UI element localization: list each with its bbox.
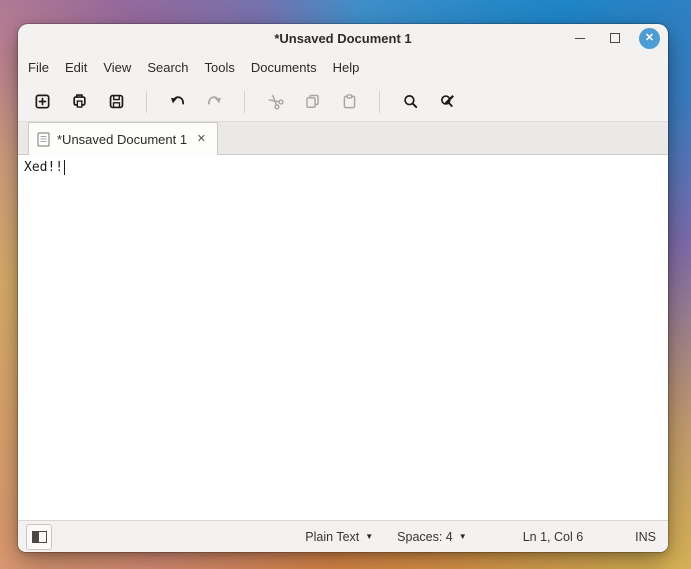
side-panel-icon bbox=[31, 530, 47, 543]
copy-icon bbox=[305, 94, 319, 108]
language-selector[interactable]: Plain Text ▼ bbox=[301, 528, 377, 546]
new-document-icon bbox=[34, 94, 50, 109]
toolbar bbox=[18, 82, 668, 121]
menu-edit[interactable]: Edit bbox=[57, 52, 95, 82]
new-document-button[interactable] bbox=[27, 87, 57, 117]
undo-icon bbox=[170, 96, 184, 105]
paste-icon bbox=[343, 94, 355, 109]
tab-width-selector-label: Spaces: 4 bbox=[397, 529, 453, 544]
minimize-icon bbox=[575, 37, 585, 39]
chevron-down-icon: ▼ bbox=[365, 532, 374, 541]
menubar: File Edit View Search Tools Documents He… bbox=[18, 52, 668, 82]
window-title: *Unsaved Document 1 bbox=[274, 30, 412, 46]
window-controls: ✕ bbox=[569, 24, 660, 52]
language-selector-label: Plain Text bbox=[305, 529, 360, 544]
tab-width-selector[interactable]: Spaces: 4 ▼ bbox=[393, 528, 471, 546]
cut-button[interactable] bbox=[260, 87, 290, 117]
save-button[interactable] bbox=[101, 87, 131, 117]
redo-icon bbox=[207, 96, 221, 105]
menu-view[interactable]: View bbox=[95, 52, 139, 82]
menu-tools[interactable]: Tools bbox=[197, 52, 243, 82]
tab-label: *Unsaved Document 1 bbox=[57, 131, 187, 147]
tab-unsaved-document-1[interactable]: *Unsaved Document 1 ✕ bbox=[28, 122, 218, 155]
side-panel-toggle-button[interactable] bbox=[26, 523, 52, 550]
chevron-down-icon: ▼ bbox=[458, 532, 467, 541]
menu-search[interactable]: Search bbox=[139, 52, 196, 82]
maximize-button[interactable] bbox=[604, 27, 626, 49]
find-icon bbox=[403, 95, 417, 108]
toolbar-separator bbox=[244, 90, 245, 113]
cursor-position-label: Ln 1, Col 6 bbox=[522, 529, 584, 544]
paste-button[interactable] bbox=[334, 87, 364, 117]
toolbar-separator bbox=[146, 90, 147, 113]
undo-button[interactable] bbox=[162, 87, 192, 117]
menu-help[interactable]: Help bbox=[325, 52, 368, 82]
close-button[interactable]: ✕ bbox=[639, 27, 660, 49]
toolbar-separator bbox=[379, 90, 380, 113]
find-button[interactable] bbox=[395, 87, 425, 117]
open-document-icon bbox=[72, 94, 86, 108]
xed-window: *Unsaved Document 1 ✕ File Edit View Sea… bbox=[18, 24, 668, 552]
text-editor-area[interactable]: Xed!! bbox=[18, 155, 668, 520]
editor-text: Xed!! bbox=[24, 160, 64, 175]
statusbar: Plain Text ▼ Spaces: 4 ▼ Ln 1, Col 6 INS bbox=[18, 520, 668, 552]
titlebar[interactable]: *Unsaved Document 1 ✕ bbox=[18, 24, 668, 52]
menu-documents[interactable]: Documents bbox=[243, 52, 325, 82]
redo-button[interactable] bbox=[199, 87, 229, 117]
tab-close-button[interactable]: ✕ bbox=[194, 132, 209, 147]
menu-file[interactable]: File bbox=[20, 52, 57, 82]
tabbar: *Unsaved Document 1 ✕ bbox=[18, 121, 668, 155]
copy-button[interactable] bbox=[297, 87, 327, 117]
find-replace-button[interactable] bbox=[432, 87, 462, 117]
document-icon bbox=[37, 131, 50, 147]
cut-icon bbox=[268, 94, 284, 110]
maximize-icon bbox=[610, 33, 620, 43]
open-document-button[interactable] bbox=[64, 87, 94, 117]
save-icon bbox=[109, 94, 123, 109]
minimize-button[interactable] bbox=[569, 27, 591, 49]
input-mode-label: INS bbox=[635, 529, 656, 544]
find-replace-icon bbox=[440, 95, 454, 107]
text-cursor bbox=[64, 160, 66, 175]
